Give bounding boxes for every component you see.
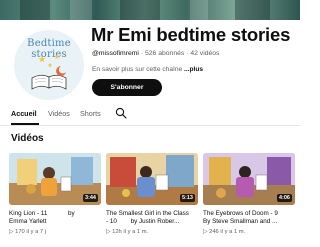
video-thumbnail[interactable]: 3:44	[9, 153, 101, 205]
active-tab-indicator	[11, 123, 39, 125]
view-count: 246	[209, 229, 219, 235]
video-meta: ▷ 246 il y a 1 m.	[203, 229, 245, 235]
channel-banner	[0, 0, 300, 20]
channel-name: Mr Emi bedtime stories	[91, 24, 291, 45]
video-age: il y a 1 m.	[123, 229, 149, 235]
view-count: 170	[15, 229, 25, 235]
channel-avatar[interactable]: Bedtime stories	[14, 30, 84, 100]
search-icon[interactable]	[115, 107, 127, 119]
video-duration: 4:06	[276, 194, 292, 202]
play-icon: ▷	[9, 229, 14, 235]
video-card[interactable]: 4:06 The Eyebrows of Doom - 9 By Steve S…	[203, 153, 295, 235]
video-title[interactable]: The Smallest Girl in the Class - 10 by J…	[106, 210, 202, 227]
video-title[interactable]: King Lion - 11 Emma Yarlett by	[9, 210, 105, 227]
subscriber-count: 526 abonnés	[144, 50, 185, 57]
meta-separator: ·	[186, 50, 189, 57]
video-thumbnail[interactable]: 4:06	[203, 153, 295, 205]
channel-meta: @missofimremi · 526 abonnés · 42 vidéos	[92, 50, 219, 57]
meta-separator: ·	[140, 50, 144, 57]
video-card[interactable]: 5:13 The Smallest Girl in the Class - 10…	[106, 153, 198, 235]
view-count: 12h	[112, 229, 122, 235]
play-icon: ▷	[203, 229, 208, 235]
video-card[interactable]: 3:44 King Lion - 11 Emma Yarlett by ▷ 17…	[9, 153, 101, 235]
video-count: 42 vidéos	[190, 50, 220, 57]
video-title[interactable]: The Eyebrows of Doom - 9 By Steve Smallm…	[203, 210, 299, 227]
video-meta: ▷ 12h il y a 1 m.	[106, 229, 148, 235]
video-duration: 5:13	[179, 194, 195, 202]
description-text: En savoir plus sur cette chaîne	[92, 66, 183, 73]
section-title-videos: Vidéos	[11, 133, 44, 144]
more-link[interactable]: ...plus	[184, 66, 203, 73]
video-age: il y a 7 j	[26, 229, 47, 235]
channel-handle: @missofimremi	[92, 50, 139, 57]
video-thumbnail[interactable]: 5:13	[106, 153, 198, 205]
subscribe-button[interactable]: S'abonner	[92, 79, 162, 96]
channel-tabs: Accueil Vidéos Shorts	[0, 104, 300, 126]
video-meta: ▷ 170 il y a 7 j	[9, 229, 46, 235]
video-age: il y a 1 m.	[220, 229, 246, 235]
play-icon: ▷	[106, 229, 111, 235]
video-duration: 3:44	[82, 194, 98, 202]
channel-description[interactable]: En savoir plus sur cette chaîne ...plus	[92, 66, 203, 73]
tab-shorts[interactable]: Shorts	[80, 109, 101, 118]
tab-videos[interactable]: Vidéos	[48, 109, 70, 118]
tab-home[interactable]: Accueil	[11, 109, 37, 118]
open-book-icon	[31, 54, 67, 90]
